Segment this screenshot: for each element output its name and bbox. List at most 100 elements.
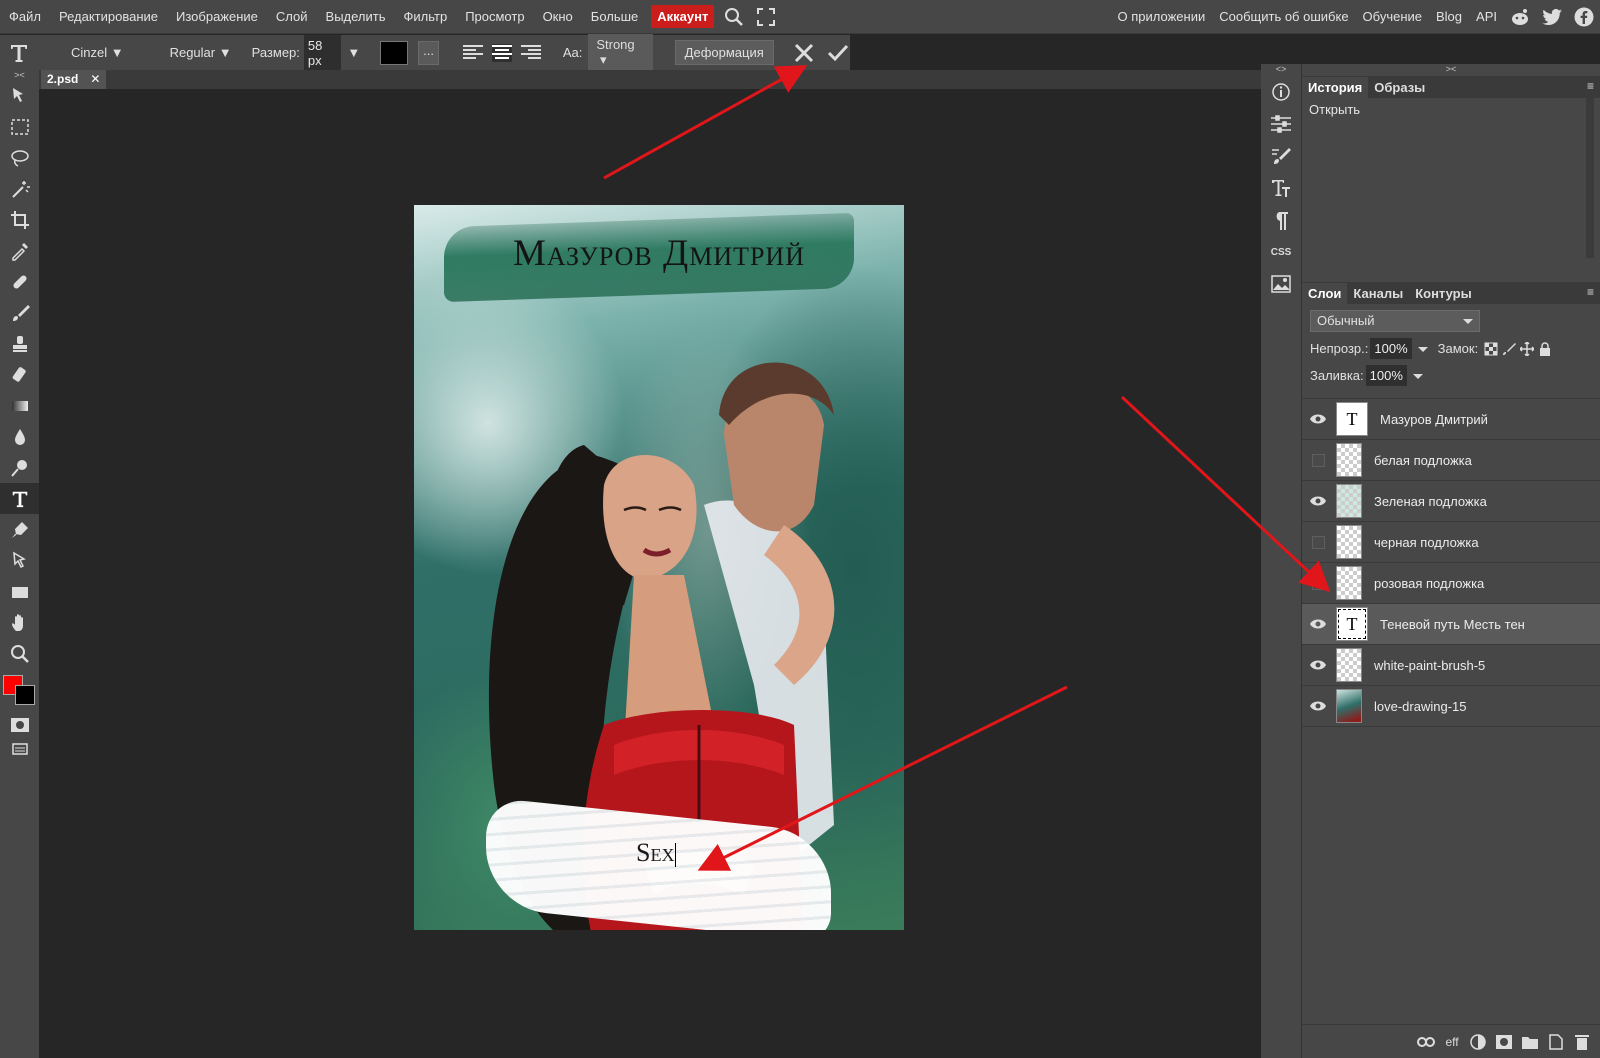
visibility-eye-icon[interactable] <box>1302 414 1334 424</box>
menu-file[interactable]: Файл <box>0 9 50 24</box>
layer-row-selected[interactable]: T Теневой путь Месть тен <box>1302 604 1600 645</box>
menu-edit[interactable]: Редактирование <box>50 9 167 24</box>
menu-view[interactable]: Просмотр <box>456 9 533 24</box>
css-panel-icon[interactable]: CSS <box>1261 236 1301 268</box>
path-selection-icon[interactable] <box>0 545 39 576</box>
history-item-open[interactable]: Открыть <box>1302 98 1600 121</box>
tab-layers[interactable]: Слои <box>1302 282 1348 304</box>
expand-strip-icon[interactable]: <> <box>1261 64 1301 76</box>
gradient-tool-icon[interactable] <box>0 390 39 421</box>
eraser-icon[interactable] <box>0 359 39 390</box>
menu-filter[interactable]: Фильтр <box>395 9 457 24</box>
lock-all-icon[interactable] <box>1538 341 1552 356</box>
visibility-toggle[interactable] <box>1302 453 1334 467</box>
fullscreen-icon[interactable] <box>754 5 778 29</box>
eyedropper-icon[interactable] <box>0 235 39 266</box>
menu-report-bug[interactable]: Сообщить об ошибке <box>1212 9 1355 24</box>
facebook-icon[interactable] <box>1573 6 1595 28</box>
move-tool-icon[interactable] <box>0 80 39 111</box>
info-icon[interactable] <box>1261 76 1301 108</box>
font-style-dropdown[interactable]: Regular ▼ <box>170 45 232 60</box>
menu-api[interactable]: API <box>1469 9 1504 24</box>
subtitle-text-layer[interactable]: Sex <box>636 838 677 868</box>
hand-tool-icon[interactable] <box>0 607 39 638</box>
font-size-dropdown-arrow[interactable]: ▼ <box>347 45 360 60</box>
quick-mask-icon[interactable] <box>0 709 39 740</box>
menu-layer[interactable]: Слой <box>267 9 317 24</box>
visibility-toggle[interactable] <box>1302 576 1334 590</box>
search-icon[interactable] <box>722 5 746 29</box>
lasso-tool-icon[interactable] <box>0 142 39 173</box>
visibility-eye-icon[interactable] <box>1302 496 1334 506</box>
visibility-eye-icon[interactable] <box>1302 660 1334 670</box>
font-family-dropdown[interactable]: Cinzel ▼ <box>71 45 124 60</box>
antialias-dropdown[interactable]: Strong ▾ <box>588 34 653 71</box>
pen-tool-icon[interactable] <box>0 514 39 545</box>
brush-tool-icon[interactable] <box>0 297 39 328</box>
document-tab[interactable]: 2.psd ✕ <box>41 70 107 89</box>
opacity-input[interactable]: 100% <box>1370 338 1412 359</box>
menu-more[interactable]: Больше <box>582 9 648 24</box>
menu-learn[interactable]: Обучение <box>1356 9 1429 24</box>
character-panel-icon[interactable] <box>1261 172 1301 204</box>
dodge-tool-icon[interactable] <box>0 452 39 483</box>
tab-swatches[interactable]: Образы <box>1368 77 1431 98</box>
reddit-icon[interactable] <box>1509 6 1531 28</box>
blur-tool-icon[interactable] <box>0 421 39 452</box>
visibility-eye-icon[interactable] <box>1302 701 1334 711</box>
clone-stamp-icon[interactable] <box>0 328 39 359</box>
adjustment-layer-icon[interactable] <box>1469 1033 1487 1051</box>
layer-row[interactable]: белая подложка <box>1302 440 1600 481</box>
marquee-tool-icon[interactable] <box>0 111 39 142</box>
adjustments-icon[interactable] <box>1261 108 1301 140</box>
zoom-tool-icon[interactable] <box>0 638 39 669</box>
layer-row[interactable]: Зеленая подложка <box>1302 481 1600 522</box>
menu-about[interactable]: О приложении <box>1111 9 1213 24</box>
layer-row[interactable]: розовая подложка <box>1302 563 1600 604</box>
opacity-dropdown-icon[interactable] <box>1417 346 1428 357</box>
font-size-input[interactable]: 58 px <box>303 34 342 71</box>
collapse-panels-icon[interactable]: >< <box>1302 64 1600 76</box>
new-group-icon[interactable] <box>1521 1033 1539 1051</box>
lock-position-icon[interactable] <box>1519 340 1536 357</box>
text-color-swatch[interactable] <box>380 40 409 65</box>
more-options-button[interactable]: ... <box>418 40 439 65</box>
collapse-tools-icon[interactable]: >< <box>0 70 39 80</box>
layers-menu-icon[interactable]: ≡ <box>1587 285 1594 299</box>
fill-input[interactable]: 100% <box>1365 365 1407 386</box>
book-cover-canvas[interactable]: Мазуров Дмитрий Sex <box>414 205 904 930</box>
crop-tool-icon[interactable] <box>0 204 39 235</box>
close-tab-icon[interactable]: ✕ <box>90 72 100 87</box>
menu-window[interactable]: Окно <box>534 9 582 24</box>
layer-mask-icon[interactable] <box>1495 1033 1513 1051</box>
background-color-swatch[interactable] <box>15 685 35 705</box>
align-right-icon[interactable] <box>520 44 541 62</box>
layer-row[interactable]: white-paint-brush-5 <box>1302 645 1600 686</box>
align-center-icon[interactable] <box>491 43 512 62</box>
screen-mode-icon[interactable] <box>0 740 39 758</box>
visibility-toggle[interactable] <box>1302 535 1334 549</box>
twitter-icon[interactable] <box>1541 6 1563 28</box>
lock-transparency-icon[interactable] <box>1484 342 1498 356</box>
brush-settings-icon[interactable] <box>1261 140 1301 172</box>
layer-row[interactable]: love-drawing-15 <box>1302 686 1600 727</box>
new-layer-icon[interactable] <box>1547 1033 1565 1051</box>
commit-edit-icon[interactable] <box>826 40 850 66</box>
layer-effects-icon[interactable]: eff <box>1443 1033 1461 1051</box>
history-scrollbar[interactable] <box>1586 98 1594 258</box>
menu-blog[interactable]: Blog <box>1429 9 1469 24</box>
cancel-edit-icon[interactable] <box>792 40 816 66</box>
fill-dropdown-icon[interactable] <box>1412 373 1423 384</box>
image-panel-icon[interactable] <box>1261 268 1301 300</box>
paragraph-panel-icon[interactable] <box>1261 204 1301 236</box>
tab-paths[interactable]: Контуры <box>1409 283 1478 304</box>
visibility-eye-icon[interactable] <box>1302 619 1334 629</box>
type-tool-icon[interactable] <box>0 483 39 514</box>
layer-row[interactable]: T Мазуров Дмитрий <box>1302 399 1600 440</box>
delete-layer-icon[interactable] <box>1573 1033 1591 1051</box>
warp-text-button[interactable]: Деформация <box>674 40 774 65</box>
magic-wand-icon[interactable] <box>0 173 39 204</box>
tab-history[interactable]: История <box>1302 76 1369 98</box>
tab-channels[interactable]: Каналы <box>1347 283 1409 304</box>
history-menu-icon[interactable]: ≡ <box>1587 79 1594 93</box>
